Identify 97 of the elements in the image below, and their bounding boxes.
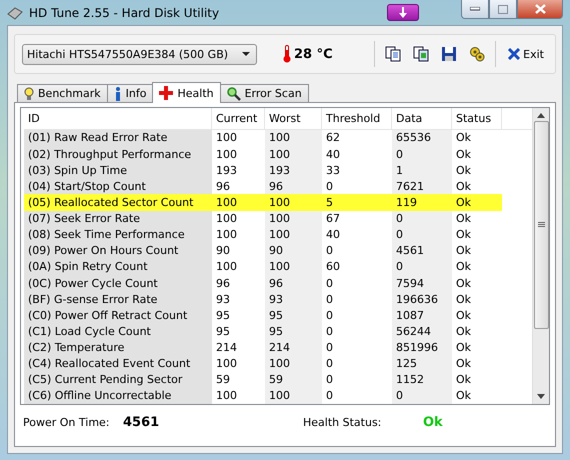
table-cell: 5 <box>322 194 392 210</box>
minimize-button[interactable] <box>461 0 489 19</box>
column-header[interactable]: Status <box>452 108 502 129</box>
lightbulb-icon <box>24 86 34 100</box>
table-cell: 119 <box>392 194 452 210</box>
search-icon <box>226 86 241 100</box>
table-cell: 0 <box>392 146 452 162</box>
thermometer-icon <box>283 45 291 63</box>
table-cell: 95 <box>265 307 322 324</box>
power-on-time-value: 4561 <box>123 415 160 430</box>
table-cell: 0 <box>392 210 452 227</box>
table-cell: 193 <box>265 162 322 178</box>
minimize-icon <box>470 7 480 11</box>
table-cell: 125 <box>392 356 452 372</box>
table-cell: 100 <box>265 210 322 227</box>
table-cell: (C4) Reallocated Event Count <box>24 356 212 372</box>
table-cell: (0C) Power Cycle Count <box>24 275 212 292</box>
download-button[interactable] <box>387 4 419 21</box>
table-cell: 95 <box>265 323 322 340</box>
close-icon <box>508 48 520 60</box>
info-icon <box>114 86 122 100</box>
table-cell: (08) Seek Time Performance <box>24 226 212 243</box>
table-cell: (C5) Current Pending Sector <box>24 372 212 388</box>
window-title: HD Tune 2.55 - Hard Disk Utility <box>29 6 220 20</box>
tab[interactable]: Health <box>152 82 221 103</box>
table-cell: 100 <box>265 258 322 275</box>
table-cell: 214 <box>265 340 322 356</box>
grip-icon <box>538 222 544 228</box>
column-header[interactable]: ID <box>24 108 212 129</box>
table-cell: 96 <box>265 178 322 194</box>
health-status-label: Health Status: <box>303 416 382 429</box>
tab[interactable]: Benchmark <box>17 84 108 103</box>
table-cell: 100 <box>265 146 322 162</box>
table-cell: (01) Raw Read Error Rate <box>24 130 212 146</box>
table-cell: 56244 <box>392 323 452 340</box>
close-icon <box>534 4 546 14</box>
gears-icon <box>469 46 486 62</box>
table-cell: 0 <box>392 388 452 404</box>
table-cell: (0A) Spin Retry Count <box>24 258 212 275</box>
health-status-value: Ok <box>423 415 444 430</box>
table-cell: 90 <box>265 242 322 259</box>
table-cell: 1152 <box>392 372 452 388</box>
scroll-up-icon[interactable] <box>537 113 545 118</box>
column-header[interactable]: Worst <box>265 108 322 129</box>
table-cell: 100 <box>265 356 322 372</box>
exit-button[interactable]: Exit <box>504 46 548 62</box>
dropdown-arrow-icon <box>242 52 250 56</box>
table-cell: 100 <box>265 388 322 404</box>
tab[interactable]: Error Scan <box>220 84 309 103</box>
table-cell: (05) Reallocated Sector Count <box>24 194 212 210</box>
column-header[interactable]: Threshold <box>322 108 392 129</box>
power-on-time-label: Power On Time: <box>23 416 111 429</box>
table-cell: 7621 <box>392 178 452 194</box>
table-cell: 100 <box>265 194 322 210</box>
table-cell: 100 <box>265 226 322 243</box>
table-cell: 0 <box>392 258 452 275</box>
down-arrow-icon <box>398 7 408 18</box>
table-cell: (07) Seek Error Rate <box>24 210 212 227</box>
table-cell: 1087 <box>392 307 452 324</box>
table-cell: (03) Spin Up Time <box>24 162 212 178</box>
table-cell: 59 <box>265 372 322 388</box>
table-cell: 4561 <box>392 242 452 259</box>
table-cell: 851996 <box>392 340 452 356</box>
maximize-icon <box>498 4 508 14</box>
table-cell: 100 <box>212 194 265 210</box>
table-cell: (C6) Offline Uncorrectable <box>24 388 212 404</box>
scroll-down-icon[interactable] <box>537 394 545 399</box>
copy-icon <box>385 46 402 62</box>
table-cell: 65536 <box>392 130 452 146</box>
table-cell: (02) Throughput Performance <box>24 146 212 162</box>
column-header[interactable]: Current <box>212 108 265 129</box>
tab[interactable]: Info <box>106 84 154 103</box>
copy-icon <box>413 46 430 62</box>
maximize-button[interactable] <box>489 0 517 19</box>
drive-dropdown[interactable]: Hitachi HTS547550A9E384 (500 GB) <box>22 44 257 64</box>
copy-button[interactable] <box>383 44 404 64</box>
table-cell: 93 <box>265 291 322 308</box>
table-cell: (09) Power On Hours Count <box>24 242 212 259</box>
cross-icon <box>159 86 174 100</box>
table-cell: 196636 <box>392 291 452 308</box>
table-cell: (C1) Load Cycle Count <box>24 323 212 340</box>
table-cell: 1 <box>392 162 452 178</box>
table-cell: 100 <box>265 130 322 146</box>
table-cell: 96 <box>265 275 322 292</box>
table-cell: 7594 <box>392 275 452 292</box>
options-button[interactable] <box>467 44 488 64</box>
column-header[interactable]: Data <box>392 108 452 129</box>
table-cell: (C2) Temperature <box>24 340 212 356</box>
table-cell: Ok <box>452 194 502 210</box>
close-button[interactable] <box>517 0 563 19</box>
table-cell: 0 <box>392 226 452 243</box>
table-cell: (04) Start/Stop Count <box>24 178 212 194</box>
scrollbar-thumb[interactable] <box>534 121 548 329</box>
table-cell: (BF) G-sense Error Rate <box>24 291 212 308</box>
table-cell: (C0) Power Off Retract Count <box>24 307 212 324</box>
copy-all-button[interactable] <box>411 44 432 64</box>
temperature-reading: 28 °C <box>294 46 333 62</box>
